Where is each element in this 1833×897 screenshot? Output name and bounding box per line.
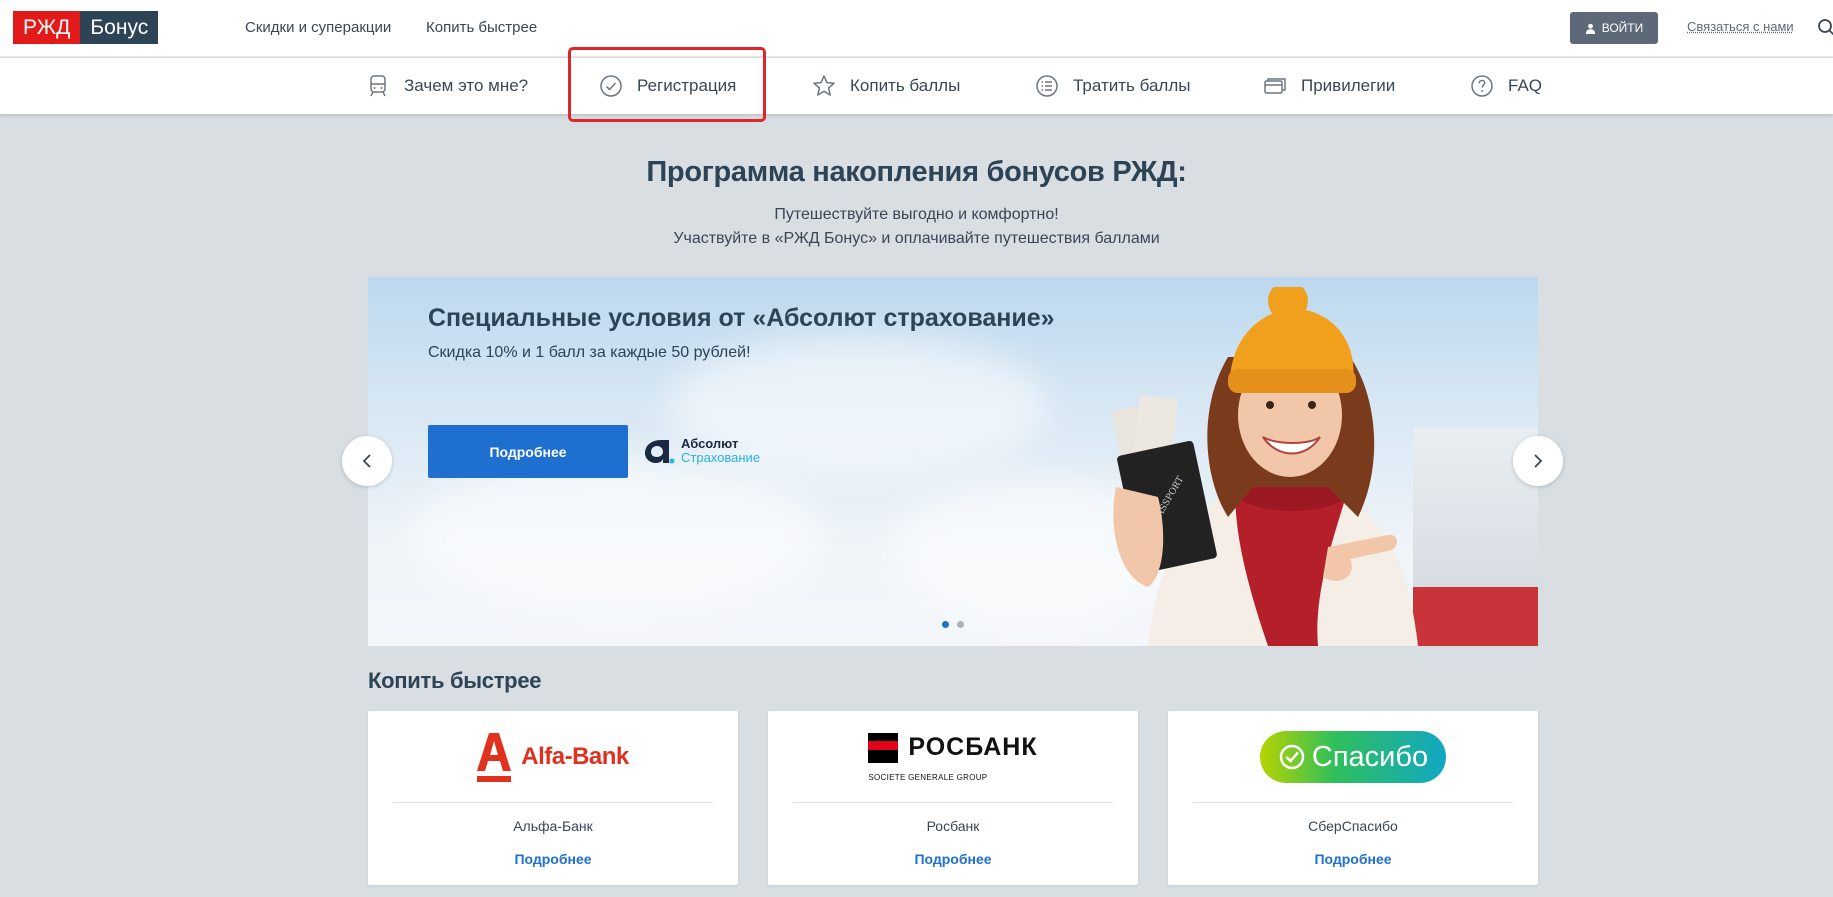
nav-item-faq[interactable]: FAQ (1470, 58, 1542, 114)
banner-subtitle: Скидка 10% и 1 балл за каждые 50 рублей! (428, 344, 751, 361)
hero-line-1: Путешествуйте выгодно и комфортно! (774, 206, 1059, 223)
top-link-discounts[interactable]: Скидки и суперакции (245, 19, 391, 36)
slider-dot-2[interactable] (957, 621, 964, 628)
main-nav: Зачем это мне? Регистрация Копить баллы … (0, 58, 1833, 114)
rosbank-logo: РОСБАНК SOCIETE GENERALE GROUP (868, 732, 1038, 782)
top-bar: РЖД Бонус Скидки и суперакции Копить быс… (0, 0, 1833, 57)
earn-faster-title: Копить быстрее (368, 668, 542, 693)
rosbank-logo-text: РОСБАНК (908, 733, 1038, 761)
card-divider (1193, 802, 1513, 803)
nav-label: Тратить баллы (1073, 76, 1191, 95)
nav-item-earn-points[interactable]: Копить баллы (812, 58, 960, 114)
chevron-left-icon (362, 454, 371, 468)
slider-next-button[interactable] (1513, 436, 1563, 486)
partner-card-rosbank[interactable]: РОСБАНК SOCIETE GENERALE GROUP Росбанк П… (768, 711, 1138, 885)
nav-item-spend-points[interactable]: Тратить баллы (1035, 58, 1190, 114)
partner-name: Росбанк (926, 818, 980, 834)
partner-more-link[interactable]: Подробнее (1168, 851, 1538, 867)
rosbank-logo-subtext: SOCIETE GENERALE GROUP (868, 772, 988, 782)
banner-more-button[interactable]: Подробнее (428, 425, 628, 478)
partner-card-sberspasibo[interactable]: Спасибо СберСпасибо Подробнее (1168, 711, 1538, 885)
user-icon (1585, 23, 1595, 34)
cards-icon (1264, 78, 1286, 94)
search-icon[interactable] (1817, 18, 1833, 38)
nav-label: Копить баллы (850, 76, 961, 95)
nav-item-why[interactable]: Зачем это мне? (366, 58, 528, 114)
partner-card-alfa[interactable]: Alfa-Bank Альфа-Банк Подробнее (368, 711, 738, 885)
hero-line-2: Участвуйте в «РЖД Бонус» и оплачивайте п… (673, 230, 1160, 247)
nav-label: Привилегии (1301, 76, 1396, 95)
card-divider (393, 802, 713, 803)
logo-part-dark: Бонус (80, 11, 159, 44)
top-link-earn-faster[interactable]: Копить быстрее (426, 19, 537, 36)
registration-highlight-box (568, 47, 766, 122)
rzd-bonus-logo[interactable]: РЖД Бонус (13, 11, 159, 44)
spasibo-logo: Спасибо (1260, 731, 1446, 783)
slider-dot-1[interactable] (942, 621, 949, 628)
partner-more-link[interactable]: Подробнее (368, 851, 738, 867)
partner-name: Альфа-Банк (513, 818, 593, 834)
absolut-mark-icon (645, 440, 675, 464)
slider-prev-button[interactable] (342, 436, 392, 486)
alfa-bank-logo: Alfa-Bank (477, 731, 629, 783)
login-label: ВОЙТИ (1601, 21, 1644, 35)
train-stripe (1413, 587, 1538, 646)
train-icon (370, 75, 386, 97)
contact-link[interactable]: Связаться с нами (1687, 19, 1794, 34)
partner-more-link[interactable]: Подробнее (768, 851, 1138, 867)
question-icon (1471, 75, 1493, 97)
card-divider (793, 802, 1113, 803)
page-title: Программа накопления бонусов РЖД: (646, 156, 1187, 188)
absolut-name-2: Страхование (681, 450, 761, 465)
partner-name: СберСпасибо (1308, 818, 1398, 834)
rosbank-mark-icon (868, 732, 899, 763)
nav-label: FAQ (1508, 76, 1543, 95)
spasibo-check-icon (1279, 744, 1305, 770)
list-icon (1036, 75, 1058, 97)
alfa-a-icon (477, 733, 512, 782)
banner-title: Специальные условия от «Абсолют страхова… (428, 304, 1055, 332)
slider-dots (942, 621, 964, 628)
chevron-right-icon (1534, 454, 1543, 468)
login-button[interactable]: ВОЙТИ (1570, 12, 1658, 44)
absolut-name-1: Абсолют (681, 436, 739, 451)
nav-item-privileges[interactable]: Привилегии (1263, 58, 1395, 114)
alfa-logo-text: Alfa-Bank (521, 743, 629, 770)
promo-banner: PASSPORT Специальные условия от «Абсолют… (368, 277, 1538, 646)
star-icon (813, 75, 835, 96)
promo-person-image: PASSPORT (1112, 287, 1418, 646)
logo-part-red: РЖД (13, 11, 81, 44)
absolut-logo[interactable]: Абсолют Страхование (643, 437, 760, 465)
nav-label: Зачем это мне? (404, 76, 529, 95)
spasibo-logo-text: Спасибо (1311, 740, 1429, 773)
